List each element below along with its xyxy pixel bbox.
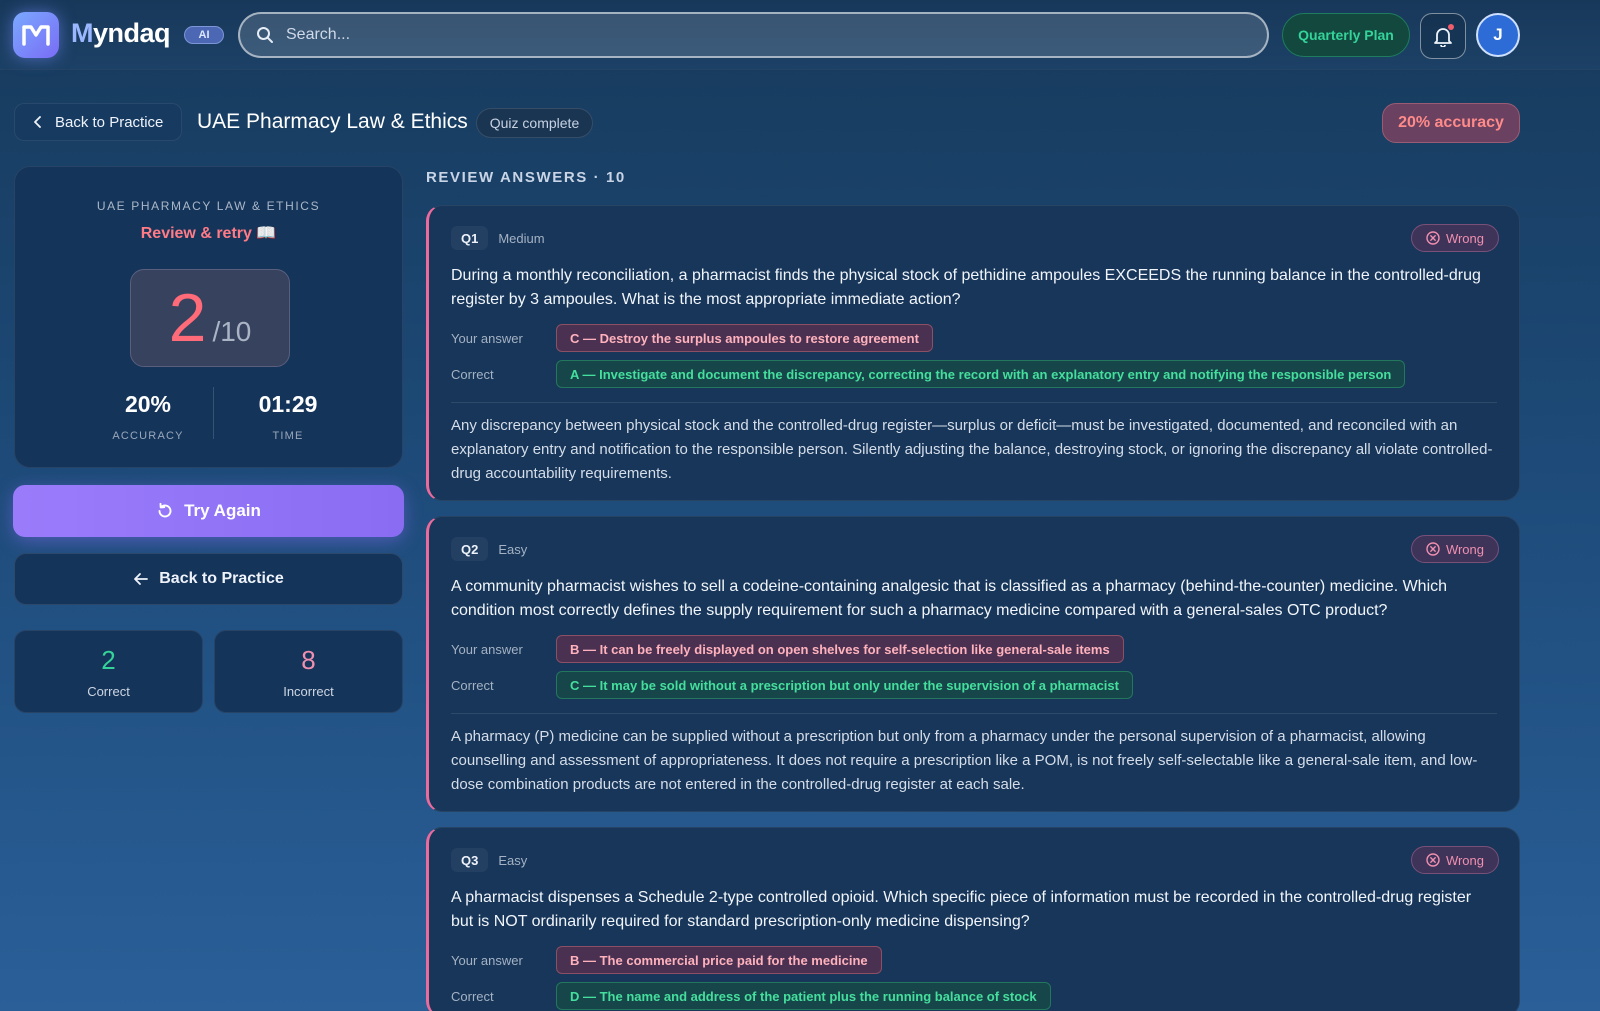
x-circle-icon (1426, 853, 1440, 867)
question-difficulty: Easy (498, 541, 528, 557)
correct-answer-row: Correct A — Investigate and document the… (451, 360, 1406, 388)
your-answer-value: B — It can be freely displayed on open s… (556, 635, 1124, 663)
question-card: Q2 Easy Wrong A community pharmacist wis… (426, 516, 1520, 812)
quiz-status-badge: Quiz complete (476, 108, 593, 138)
question-number: Q1 (451, 226, 489, 250)
divider (451, 713, 1497, 714)
question-text: During a monthly reconciliation, a pharm… (451, 267, 1481, 308)
review-answers-title: REVIEW ANSWERS · 10 (426, 169, 626, 186)
x-circle-icon (1426, 542, 1440, 556)
your-answer-label: Your answer (451, 330, 523, 346)
accuracy-value: 20% (124, 391, 172, 417)
result-summary-card: UAE PHARMACY LAW & ETHICS Review & retry… (14, 166, 403, 468)
logo-icon[interactable] (13, 12, 59, 58)
score-value: 2 (168, 280, 207, 356)
stat-divider (213, 387, 214, 439)
retry-icon (158, 502, 172, 518)
incorrect-count-label: Incorrect (283, 684, 334, 699)
question-text: A community pharmacist wishes to sell a … (451, 578, 1448, 619)
correct-answer-label: Correct (451, 366, 494, 382)
your-answer-value: C — Destroy the surplus ampoules to rest… (556, 324, 933, 352)
x-circle-icon (1426, 231, 1440, 245)
wrong-label: Wrong (1445, 541, 1484, 557)
time-value: 01:29 (258, 391, 318, 417)
correct-count-label: Correct (87, 684, 130, 699)
question-card: Q1 Medium Wrong During a monthly reconci… (426, 205, 1520, 501)
question-explanation: A pharmacy (P) medicine can be supplied … (451, 728, 1478, 793)
search-bar[interactable] (238, 12, 1269, 58)
score-box: 2 /10 (130, 269, 290, 367)
quiz-subject: UAE PHARMACY LAW & ETHICS (96, 199, 321, 213)
your-answer-value: B — The commercial price paid for the me… (556, 946, 882, 974)
correct-answer-value: C — It may be sold without a prescriptio… (556, 671, 1133, 699)
your-answer-row: Your answer B — The commercial price pai… (451, 946, 882, 974)
wrong-badge: Wrong (1410, 224, 1499, 252)
incorrect-count: 8 (301, 645, 316, 675)
accuracy-label: ACCURACY (112, 430, 184, 442)
top-bar: Myndaq AI Quarterly Plan J (0, 0, 1600, 70)
page-title: UAE Pharmacy Law & Ethics (197, 110, 468, 133)
accuracy-badge: 20% accuracy (1382, 103, 1520, 143)
notifications-button[interactable] (1420, 13, 1466, 59)
your-answer-row: Your answer B — It can be freely display… (451, 635, 1124, 663)
question-explanation: Any discrepancy between physical stock a… (451, 417, 1493, 482)
wrong-label: Wrong (1445, 230, 1484, 246)
result-message: Review & retry 📖 (140, 225, 277, 242)
question-difficulty: Medium (498, 230, 545, 246)
time-label: TIME (272, 430, 304, 442)
notification-dot (1448, 24, 1454, 30)
correct-answer-row: Correct C — It may be sold without a pre… (451, 671, 1133, 699)
arrow-left-icon (134, 573, 149, 585)
score-total: /10 (212, 316, 252, 347)
correct-count-card: 2 Correct (14, 630, 203, 713)
back-to-practice-button-label: Back to Practice (159, 570, 284, 587)
ai-badge: AI (184, 26, 224, 44)
your-answer-label: Your answer (451, 952, 523, 968)
question-number: Q2 (451, 537, 489, 561)
search-input[interactable] (286, 26, 1186, 44)
back-to-practice-button[interactable]: Back to Practice (14, 553, 403, 605)
question-card: Q3 Easy Wrong A pharmacist dispenses a S… (426, 827, 1520, 1011)
correct-answer-label: Correct (451, 988, 494, 1004)
wrong-badge: Wrong (1410, 846, 1499, 874)
correct-count: 2 (101, 645, 116, 675)
correct-answer-value: D — The name and address of the patient … (556, 982, 1051, 1010)
wrong-label: Wrong (1445, 852, 1484, 868)
divider (451, 402, 1497, 403)
brand-name: Myndaq (71, 18, 171, 48)
search-icon (257, 27, 273, 43)
correct-answer-value: A — Investigate and document the discrep… (556, 360, 1406, 388)
accuracy-stat: 20% ACCURACY (83, 391, 213, 442)
time-stat: 01:29 TIME (223, 391, 353, 442)
your-answer-label: Your answer (451, 641, 523, 657)
question-difficulty: Easy (498, 852, 528, 868)
question-number: Q3 (451, 848, 489, 872)
back-to-practice-link[interactable]: Back to Practice (14, 103, 182, 141)
user-avatar[interactable]: J (1476, 13, 1520, 57)
try-again-label: Try Again (184, 501, 261, 520)
back-to-practice-label: Back to Practice (55, 113, 164, 131)
correct-answer-row: Correct D — The name and address of the … (451, 982, 1051, 1010)
quarterly-plan-button[interactable]: Quarterly Plan (1282, 13, 1410, 57)
try-again-button[interactable]: Try Again (13, 485, 404, 537)
wrong-badge: Wrong (1410, 535, 1499, 563)
question-text: A pharmacist dispenses a Schedule 2-type… (451, 889, 1472, 930)
your-answer-row: Your answer C — Destroy the surplus ampo… (451, 324, 933, 352)
correct-answer-label: Correct (451, 677, 494, 693)
incorrect-count-card: 8 Incorrect (214, 630, 403, 713)
chevron-left-icon (34, 116, 41, 128)
